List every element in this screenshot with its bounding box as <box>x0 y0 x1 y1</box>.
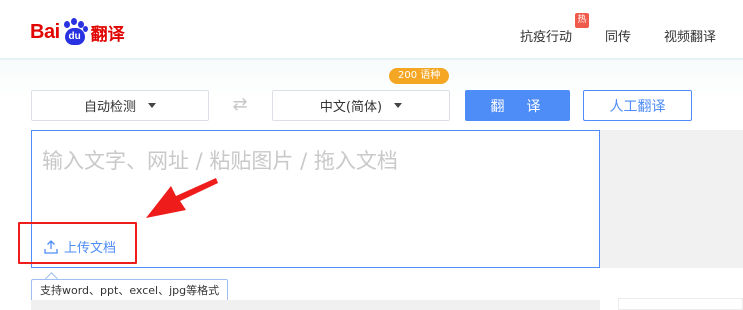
input-placeholder: 输入文字、网址 / 粘贴图片 / 拖入文档 <box>42 149 398 173</box>
baidu-paw-icon: du <box>61 18 89 46</box>
swap-arrows-icon[interactable]: ⇄ <box>227 95 253 115</box>
top-header: Bai du 翻译 抗疫行动 热 同传 视频翻译 <box>0 0 743 58</box>
human-translate-button[interactable]: 人工翻译 <box>583 90 692 121</box>
chevron-down-icon <box>148 103 156 108</box>
chevron-down-icon <box>394 103 403 108</box>
hot-badge: 热 <box>575 13 589 28</box>
nav-video-translate[interactable]: 视频翻译 <box>664 26 716 45</box>
highlight-annotation-box <box>18 222 137 264</box>
nav-anti-epidemic[interactable]: 抗疫行动 <box>520 26 572 45</box>
translation-output-panel <box>600 130 743 268</box>
target-language-label: 中文(简体) <box>319 100 383 115</box>
bottom-right-card <box>618 298 743 310</box>
target-language-select[interactable]: 中文(简体) <box>272 90 450 121</box>
logo-bai-text: Bai <box>30 20 60 43</box>
logo-du-text: du <box>64 28 85 45</box>
bottom-panel <box>31 300 600 310</box>
source-language-label: 自动检测 <box>83 100 136 115</box>
nav-simultaneous-interpretation[interactable]: 同传 <box>605 26 631 45</box>
translate-button[interactable]: 翻 译 <box>465 90 570 121</box>
upload-format-tooltip: 支持word、ppt、excel、jpg等格式 <box>31 279 229 302</box>
language-count-badge: 200 语种 <box>389 68 450 84</box>
baidu-translate-logo[interactable]: Bai du 翻译 <box>30 14 125 50</box>
source-language-select[interactable]: 自动检测 <box>31 90 209 121</box>
logo-translate-text: 翻译 <box>90 24 125 45</box>
